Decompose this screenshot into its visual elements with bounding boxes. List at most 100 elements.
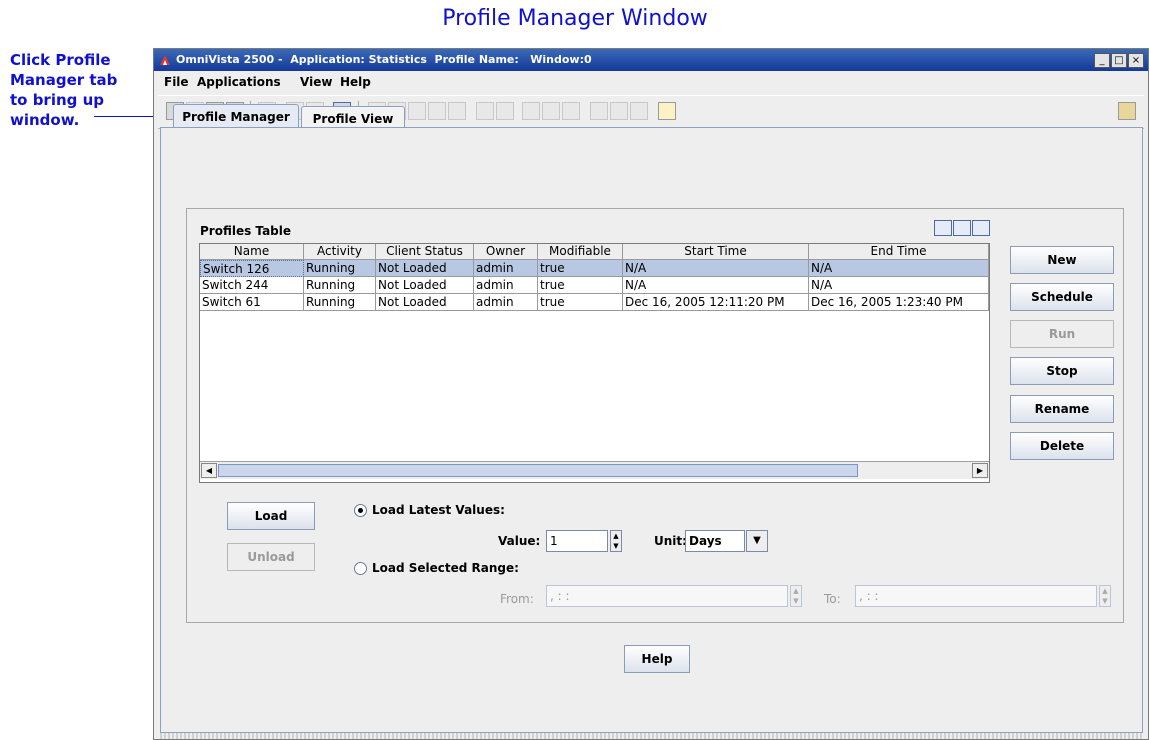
menu-applications[interactable]: Applications [197, 75, 281, 89]
table-cell: Not Loaded [376, 294, 474, 311]
column-header-end-time[interactable]: End Time [809, 244, 989, 260]
to-input[interactable]: , : : [855, 585, 1097, 607]
rename-button[interactable]: Rename [1010, 395, 1114, 423]
load-latest-label: Load Latest Values: [372, 503, 505, 517]
delta-icon[interactable] [610, 102, 628, 120]
column-header-owner[interactable]: Owner [474, 244, 538, 260]
stop-button[interactable]: Stop [1010, 357, 1114, 385]
maximize-button[interactable]: □ [1111, 53, 1127, 68]
delete-button[interactable]: Delete [1010, 432, 1114, 460]
table-row[interactable]: Switch 126 Running Not Loaded admin true… [200, 260, 989, 277]
table-cell: Running [304, 277, 376, 294]
scroll-left-icon[interactable]: ◀ [201, 463, 217, 478]
bar-chart-icon[interactable] [542, 102, 560, 120]
to-stepper[interactable]: ▲ ▼ [1099, 585, 1111, 607]
column-header-start-time[interactable]: Start Time [623, 244, 809, 260]
table-cell: true [538, 294, 623, 311]
from-label: From: [500, 592, 534, 606]
schedule-button[interactable]: Schedule [1010, 283, 1114, 311]
table-layout-icon[interactable] [972, 220, 990, 236]
table-cell: admin [474, 294, 538, 311]
table-cell: Switch 126 [200, 260, 304, 277]
table-cell: N/A [809, 277, 989, 294]
stacked-chart-icon[interactable] [562, 102, 580, 120]
table-cell: Switch 61 [200, 294, 304, 311]
horizontal-scrollbar[interactable]: ◀ ▶ [200, 461, 989, 479]
new-button[interactable]: New [1010, 246, 1114, 274]
load-range-radio[interactable] [354, 562, 367, 575]
annotation-note-line: Manager tab [10, 71, 118, 89]
value-input[interactable]: 1 [546, 530, 608, 552]
load-button[interactable]: Load [227, 502, 315, 530]
table-cell: Not Loaded [376, 260, 474, 277]
menu-bar: File Applications View Help [154, 71, 1148, 93]
chevron-down-icon[interactable]: ▼ [746, 530, 768, 552]
flag-icon[interactable] [630, 102, 648, 120]
delete-icon[interactable] [408, 102, 426, 120]
annotation-note-line: Click Profile [10, 51, 111, 69]
scroll-thumb[interactable] [218, 464, 858, 477]
table-cell: N/A [809, 260, 989, 277]
close-button[interactable]: × [1128, 53, 1144, 68]
table-cell: Dec 16, 2005 1:23:40 PM [809, 294, 989, 311]
menu-help[interactable]: Help [340, 75, 371, 89]
export-icon[interactable] [448, 102, 466, 120]
window-title: OmniVista 2500 - Application: Statistics… [176, 53, 592, 66]
table-cell: Running [304, 260, 376, 277]
menu-file[interactable]: File [164, 75, 189, 89]
table-cell: Dec 16, 2005 12:11:20 PM [623, 294, 809, 311]
table-cell: admin [474, 277, 538, 294]
annotation-note-line: to bring up [10, 91, 105, 109]
from-input[interactable]: , : : [546, 585, 788, 607]
play-icon[interactable] [476, 102, 494, 120]
help-button[interactable]: Help [624, 645, 690, 673]
annotation-note: Click Profile Manager tab to bring up wi… [10, 50, 160, 130]
table-icon[interactable] [428, 102, 446, 120]
line-chart-icon[interactable] [522, 102, 540, 120]
camera-icon[interactable] [496, 102, 514, 120]
table-cell: Not Loaded [376, 277, 474, 294]
table-cell: true [538, 277, 623, 294]
unload-button[interactable]: Unload [227, 543, 315, 571]
unit-select[interactable]: Days [685, 530, 745, 552]
columns-icon[interactable] [953, 220, 971, 236]
table-row[interactable]: Switch 61 Running Not Loaded admin true … [200, 294, 989, 311]
table-cell: N/A [623, 277, 809, 294]
value-label: Value: [498, 534, 541, 548]
title-bar[interactable]: OmniVista 2500 - Application: Statistics… [154, 49, 1148, 71]
minimize-button[interactable]: _ [1094, 53, 1110, 68]
annotation-arrow-line [94, 116, 162, 117]
value-stepper[interactable]: ▲ ▼ [610, 530, 622, 552]
column-header-client-status[interactable]: Client Status [376, 244, 474, 260]
unit-label: Unit: [654, 534, 687, 548]
load-range-label: Load Selected Range: [372, 561, 519, 575]
table-cell: admin [474, 260, 538, 277]
table-cell: Running [304, 294, 376, 311]
help-key-icon[interactable] [658, 102, 676, 120]
app-logo-icon [160, 55, 170, 65]
table-cell: N/A [623, 260, 809, 277]
table-row[interactable]: Switch 244 Running Not Loaded admin true… [200, 277, 989, 294]
from-stepper[interactable]: ▲ ▼ [790, 585, 802, 607]
load-latest-radio[interactable] [354, 504, 367, 517]
tab-profile-view[interactable]: Profile View [301, 106, 405, 128]
column-header-modifiable[interactable]: Modifiable [538, 244, 623, 260]
column-header-name[interactable]: Name [200, 244, 304, 260]
print-icon[interactable] [934, 220, 952, 236]
table-cell: true [538, 260, 623, 277]
column-header-activity[interactable]: Activity [304, 244, 376, 260]
scroll-right-icon[interactable]: ▶ [972, 463, 988, 478]
page-annotation-title: Profile Manager Window [442, 6, 708, 31]
to-label: To: [824, 592, 841, 606]
tab-profile-manager[interactable]: Profile Manager [173, 104, 299, 128]
scale-icon[interactable] [590, 102, 608, 120]
annotation-note-line: window. [10, 111, 80, 129]
run-button[interactable]: Run [1010, 320, 1114, 348]
menu-view[interactable]: View [300, 75, 332, 89]
status-bar [160, 733, 1143, 739]
table-cell: Switch 244 [200, 277, 304, 294]
profiles-table[interactable]: Name Activity Client Status Owner Modifi… [199, 243, 990, 483]
window-controls: _ □ × [1093, 52, 1144, 68]
open-folder-icon[interactable] [1118, 102, 1136, 120]
profiles-table-title: Profiles Table [200, 224, 292, 238]
